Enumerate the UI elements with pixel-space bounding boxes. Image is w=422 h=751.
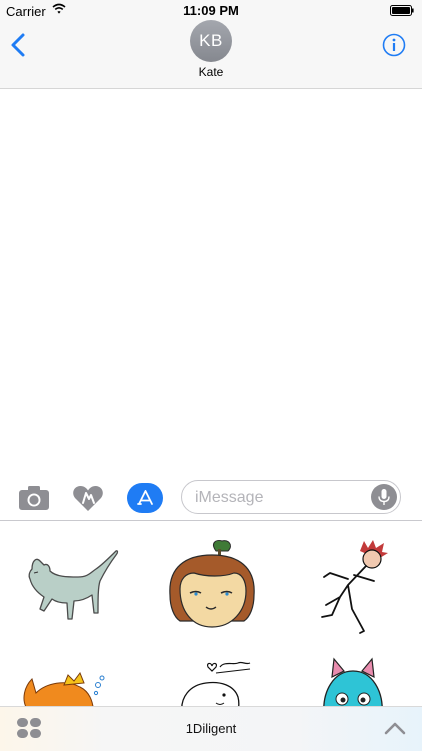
compose-bar: iMessage [0,478,422,518]
imessage-input[interactable]: iMessage [181,480,401,514]
grey-cat-sticker[interactable] [20,547,120,627]
white-creature-sticker[interactable] [176,657,256,709]
app-drawer-bar: 1Diligent [0,706,422,751]
microphone-button[interactable] [371,484,397,510]
app-name: 1Diligent [185,721,237,736]
app-store-icon [137,490,153,505]
blue-monster-sticker[interactable] [320,655,386,709]
back-chevron-icon[interactable] [8,32,30,58]
imessage-placeholder: iMessage [195,489,264,506]
digital-touch-icon[interactable] [72,484,104,512]
camera-icon[interactable] [18,485,50,511]
goldfish-sticker[interactable] [18,669,108,709]
sticker-tray [0,520,422,709]
status-time: 11:09 PM [183,3,239,18]
microphone-icon [378,489,390,505]
info-icon[interactable] [382,33,406,57]
message-thread[interactable] [0,89,422,469]
contact-avatar[interactable]: KB [190,20,232,62]
app-store-button[interactable] [127,483,163,513]
chevron-up-icon[interactable] [384,721,406,735]
battery-icon [390,5,414,16]
stick-figure-sticker[interactable] [318,539,392,635]
contact-name[interactable]: Kate [0,65,422,79]
girl-face-sticker[interactable] [166,537,258,637]
status-bar: Carrier 11:09 PM [0,0,422,22]
